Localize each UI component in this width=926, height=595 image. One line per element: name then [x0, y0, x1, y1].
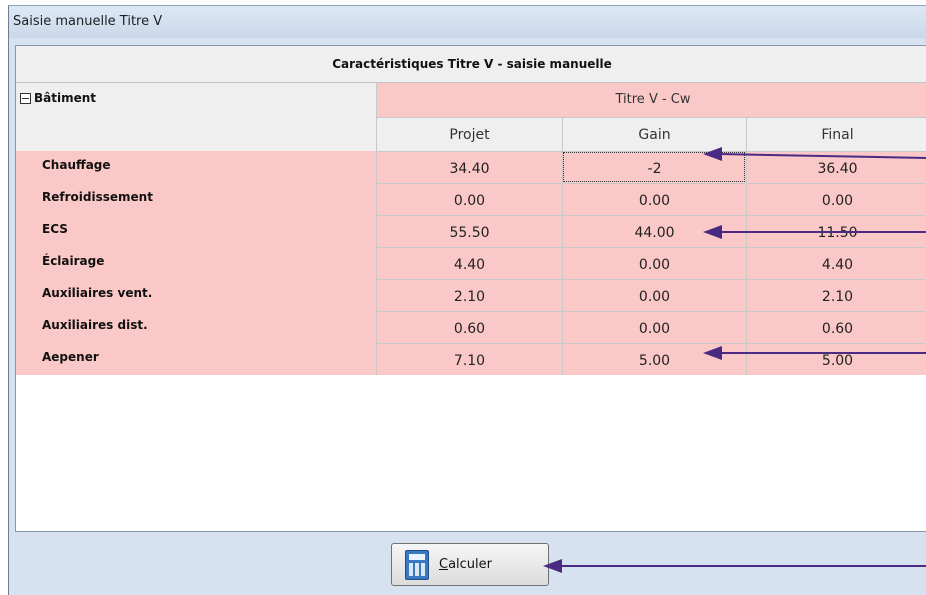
arrow-to-chauffage-gain: [719, 153, 926, 159]
annotation-arrows: [543, 147, 926, 573]
